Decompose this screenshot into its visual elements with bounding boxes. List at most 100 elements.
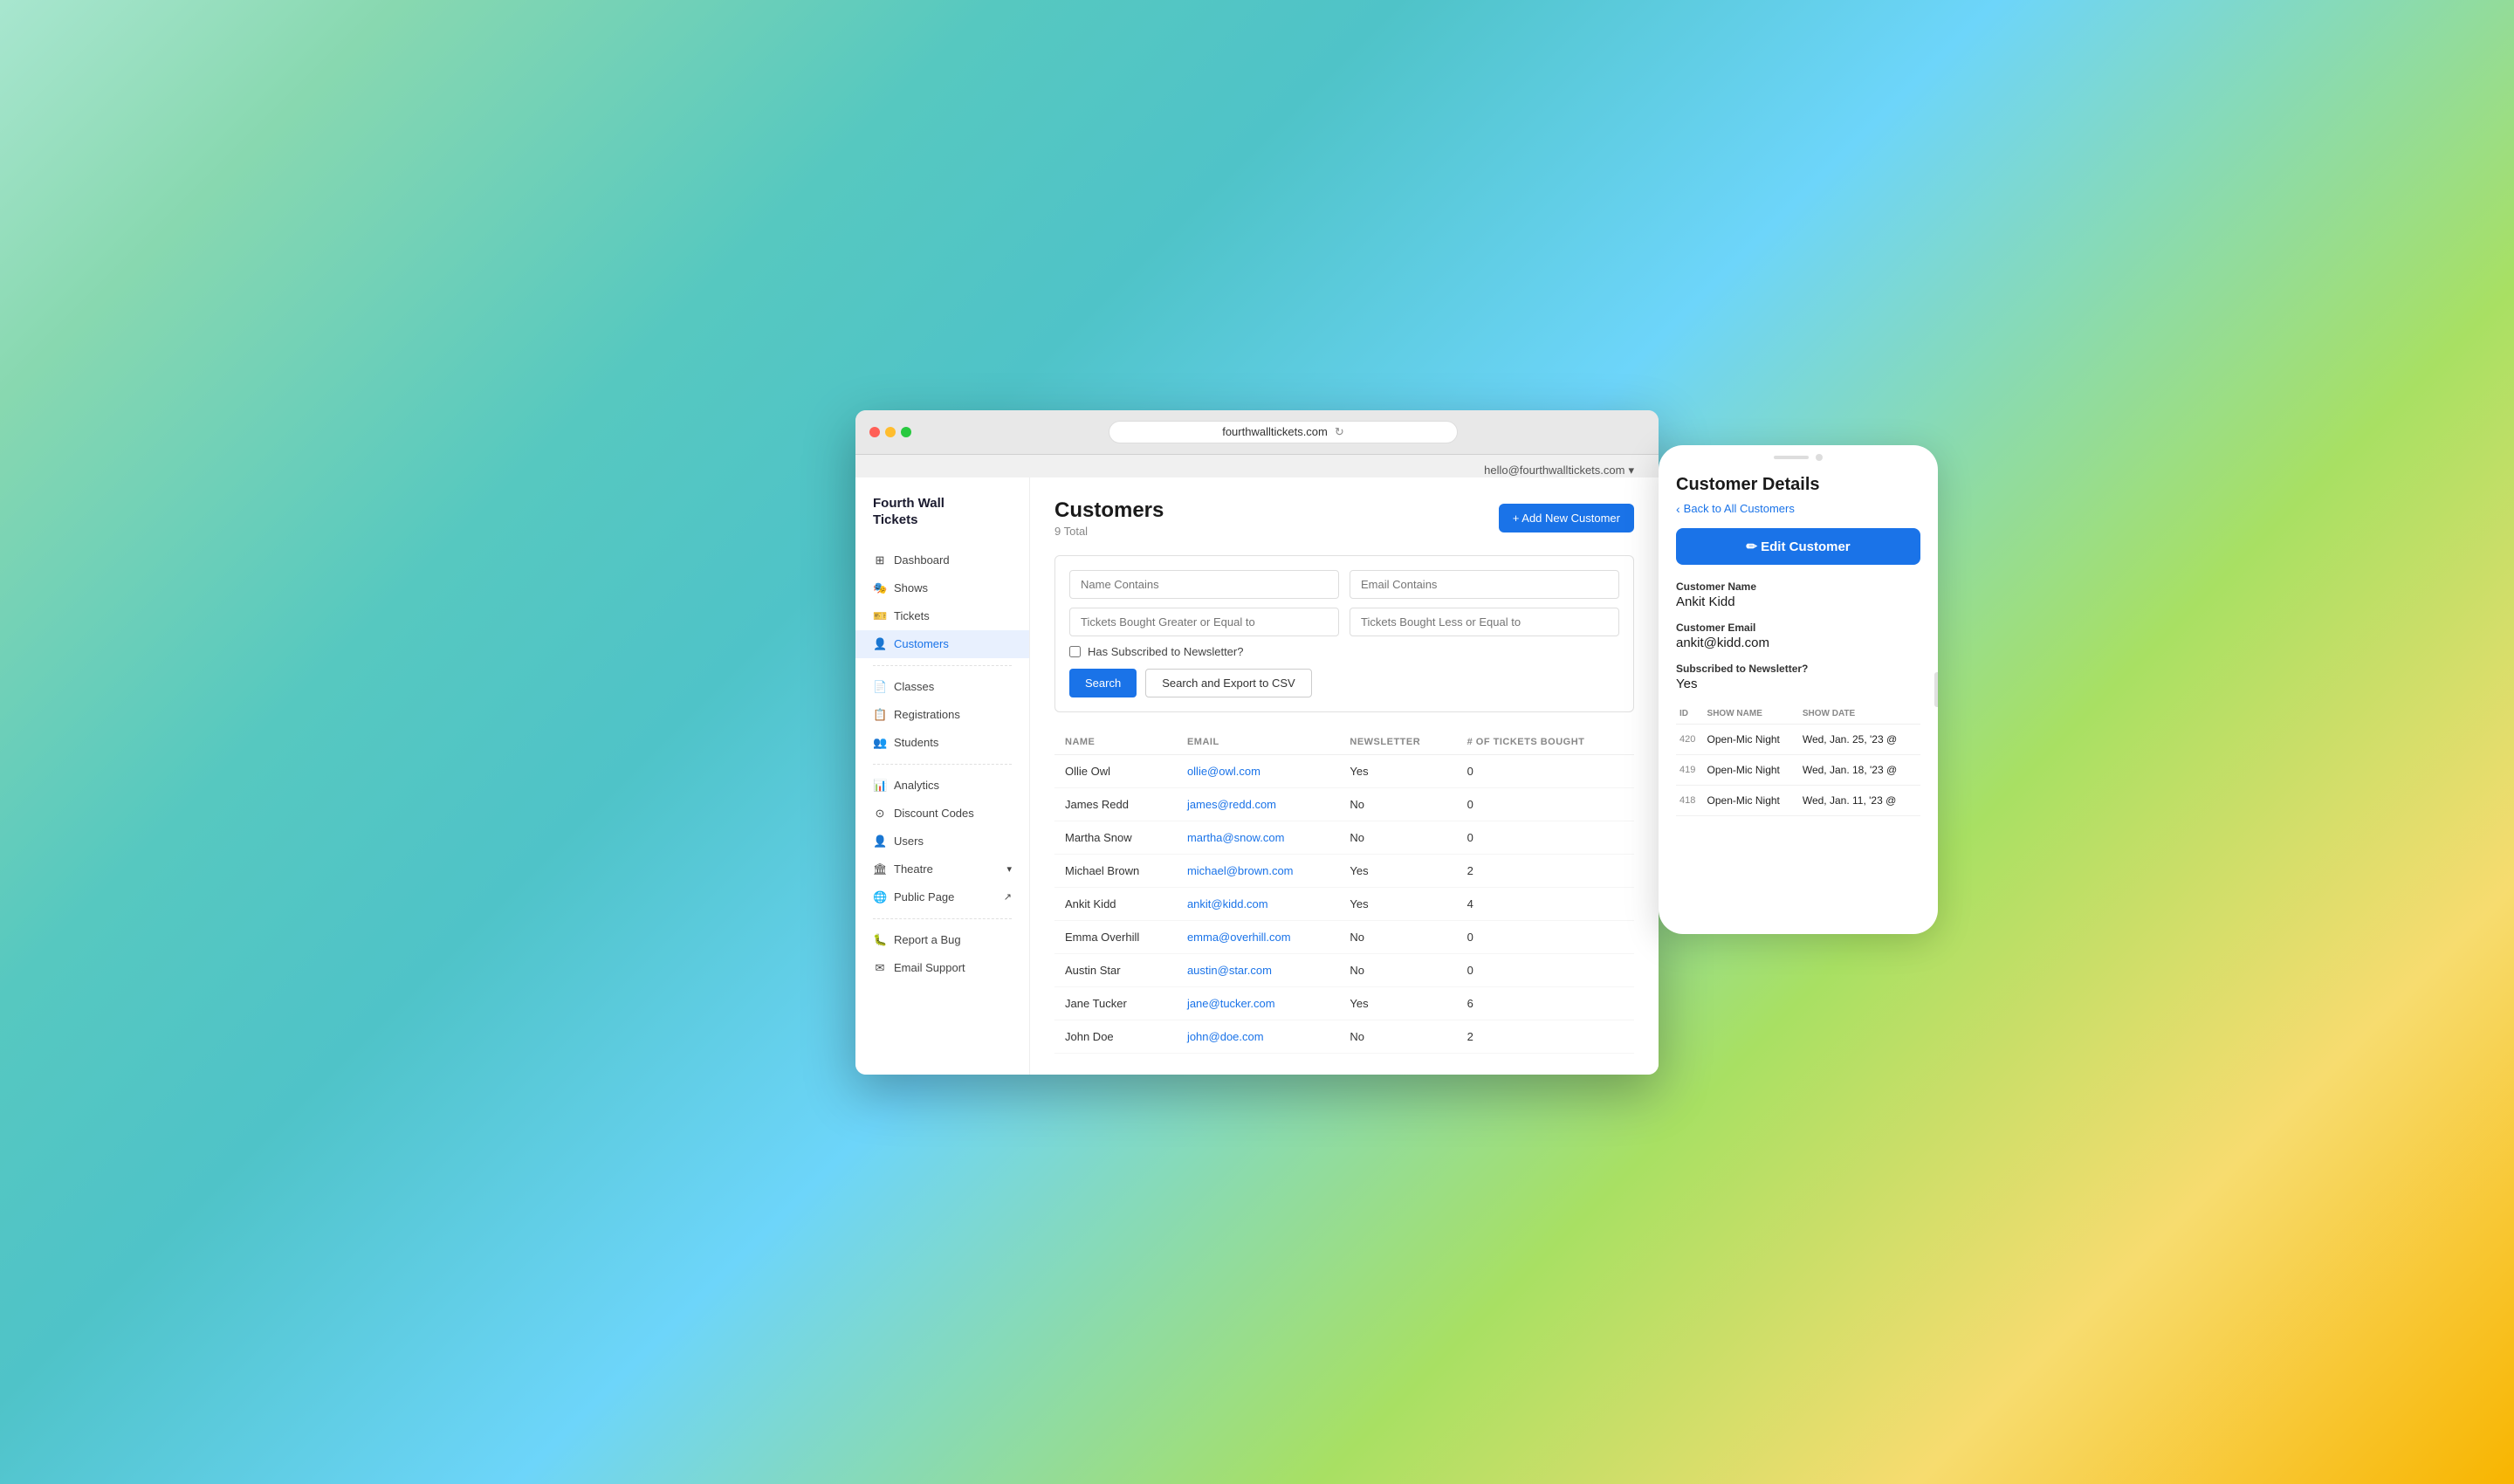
customer-name-label: Customer Name: [1676, 581, 1920, 593]
email-contains-input[interactable]: [1350, 570, 1619, 599]
sidebar-label-registrations: Registrations: [894, 708, 960, 721]
add-customer-button[interactable]: + Add New Customer: [1499, 504, 1634, 532]
sidebar-divider-1: [873, 665, 1012, 666]
sidebar-item-registrations[interactable]: 📋 Registrations: [855, 701, 1029, 729]
ticket-id: 420: [1676, 724, 1704, 754]
ticket-col-id: ID: [1676, 704, 1704, 725]
tickets-icon: 🎫: [873, 609, 887, 623]
cell-tickets: 2: [1457, 1020, 1634, 1053]
sidebar-divider-2: [873, 764, 1012, 765]
cell-email[interactable]: michael@brown.com: [1177, 854, 1339, 887]
table-row[interactable]: Jane Tucker jane@tucker.com Yes 6: [1054, 986, 1634, 1020]
newsletter-checkbox[interactable]: [1069, 646, 1081, 657]
newsletter-label: Subscribed to Newsletter?: [1676, 663, 1920, 675]
cell-email[interactable]: martha@snow.com: [1177, 821, 1339, 854]
notch-camera: [1816, 454, 1823, 461]
cell-name: Austin Star: [1054, 953, 1177, 986]
ticket-col-show: SHOW NAME: [1704, 704, 1799, 725]
sidebar-nav-secondary: 📄 Classes 📋 Registrations 👥 Students: [855, 673, 1029, 757]
dropdown-icon[interactable]: ▾: [1628, 464, 1634, 477]
cell-name: Ollie Owl: [1054, 754, 1177, 787]
cell-name: Jane Tucker: [1054, 986, 1177, 1020]
table-row[interactable]: Austin Star austin@star.com No 0: [1054, 953, 1634, 986]
ticket-show-name: Open-Mic Night: [1704, 785, 1799, 815]
main-content: Customers 9 Total + Add New Customer: [1030, 477, 1659, 1075]
table-row[interactable]: Ankit Kidd ankit@kidd.com Yes 4: [1054, 887, 1634, 920]
sidebar-item-customers[interactable]: 👤 Customers: [855, 630, 1029, 658]
edit-customer-button[interactable]: ✏ Edit Customer: [1676, 528, 1920, 565]
ticket-show-date: Wed, Jan. 18, '23 @: [1799, 754, 1920, 785]
mobile-scrollbar[interactable]: [1934, 672, 1938, 707]
students-icon: 👥: [873, 736, 887, 750]
sidebar-item-users[interactable]: 👤 Users: [855, 828, 1029, 855]
shows-icon: 🎭: [873, 581, 887, 595]
cell-newsletter: No: [1339, 920, 1456, 953]
cell-email[interactable]: emma@overhill.com: [1177, 920, 1339, 953]
sidebar-item-students[interactable]: 👥 Students: [855, 729, 1029, 757]
cell-newsletter: No: [1339, 953, 1456, 986]
theatre-icon: 🏛: [873, 862, 887, 876]
cell-tickets: 6: [1457, 986, 1634, 1020]
reload-icon[interactable]: ↻: [1335, 425, 1344, 439]
cell-email[interactable]: ollie@owl.com: [1177, 754, 1339, 787]
maximize-button[interactable]: [901, 427, 911, 437]
sidebar-label-shows: Shows: [894, 581, 928, 594]
close-button[interactable]: [869, 427, 880, 437]
cell-name: Martha Snow: [1054, 821, 1177, 854]
tickets-table: ID SHOW NAME SHOW DATE 420 Open-Mic Nigh…: [1676, 704, 1920, 816]
ticket-id: 419: [1676, 754, 1704, 785]
tickets-lte-input[interactable]: [1350, 608, 1619, 636]
ticket-col-date: SHOW DATE: [1799, 704, 1920, 725]
cell-email[interactable]: john@doe.com: [1177, 1020, 1339, 1053]
total-count: 9 Total: [1054, 525, 1164, 538]
table-row[interactable]: James Redd james@redd.com No 0: [1054, 787, 1634, 821]
table-row[interactable]: Ollie Owl ollie@owl.com Yes 0: [1054, 754, 1634, 787]
sidebar-item-classes[interactable]: 📄 Classes: [855, 673, 1029, 701]
cell-name: James Redd: [1054, 787, 1177, 821]
sidebar: Fourth WallTickets ⊞ Dashboard 🎭 Shows 🎫…: [855, 477, 1030, 1075]
minimize-button[interactable]: [885, 427, 896, 437]
search-button[interactable]: Search: [1069, 669, 1137, 697]
sidebar-item-dashboard[interactable]: ⊞ Dashboard: [855, 546, 1029, 574]
sidebar-item-discount-codes[interactable]: ⊙ Discount Codes: [855, 800, 1029, 828]
cell-email[interactable]: jane@tucker.com: [1177, 986, 1339, 1020]
table-row[interactable]: Martha Snow martha@snow.com No 0: [1054, 821, 1634, 854]
notch-bar: [1774, 456, 1809, 459]
customers-table: NAME EMAIL NEWSLETTER # OF TICKETS BOUGH…: [1054, 730, 1634, 1054]
ticket-show-date: Wed, Jan. 25, '23 @: [1799, 724, 1920, 754]
table-row[interactable]: Michael Brown michael@brown.com Yes 2: [1054, 854, 1634, 887]
cell-email[interactable]: james@redd.com: [1177, 787, 1339, 821]
sidebar-divider-3: [873, 918, 1012, 919]
table-row[interactable]: Emma Overhill emma@overhill.com No 0: [1054, 920, 1634, 953]
export-button[interactable]: Search and Export to CSV: [1145, 669, 1311, 697]
sidebar-item-public-page[interactable]: 🌐 Public Page ↗: [855, 883, 1029, 911]
sidebar-item-theatre[interactable]: 🏛 Theatre ▾: [855, 855, 1029, 883]
cell-email[interactable]: ankit@kidd.com: [1177, 887, 1339, 920]
ticket-show-name: Open-Mic Night: [1704, 724, 1799, 754]
sidebar-label-theatre: Theatre: [894, 862, 933, 876]
sidebar-item-shows[interactable]: 🎭 Shows: [855, 574, 1029, 602]
sidebar-item-report-bug[interactable]: 🐛 Report a Bug: [855, 926, 1029, 954]
topbar: hello@fourthwalltickets.com ▾: [855, 455, 1659, 477]
sidebar-label-customers: Customers: [894, 637, 949, 650]
name-contains-input[interactable]: [1069, 570, 1339, 599]
back-link[interactable]: ‹ Back to All Customers: [1676, 502, 1920, 516]
table-body: Ollie Owl ollie@owl.com Yes 0 James Redd…: [1054, 754, 1634, 1053]
page-title-block: Customers 9 Total: [1054, 498, 1164, 538]
cell-tickets: 0: [1457, 920, 1634, 953]
cell-email[interactable]: austin@star.com: [1177, 953, 1339, 986]
sidebar-nav-primary: ⊞ Dashboard 🎭 Shows 🎫 Tickets 👤 Customer…: [855, 546, 1029, 658]
sidebar-item-analytics[interactable]: 📊 Analytics: [855, 772, 1029, 800]
sidebar-item-tickets[interactable]: 🎫 Tickets: [855, 602, 1029, 630]
user-email: hello@fourthwalltickets.com: [1484, 464, 1624, 477]
sidebar-label-analytics: Analytics: [894, 779, 939, 792]
address-bar[interactable]: fourthwalltickets.com ↻: [1109, 421, 1458, 443]
newsletter-filter-row: Has Subscribed to Newsletter?: [1069, 645, 1619, 658]
mobile-body: Customer Details ‹ Back to All Customers…: [1659, 461, 1938, 834]
sidebar-item-email-support[interactable]: ✉ Email Support: [855, 954, 1029, 982]
filters-panel: Has Subscribed to Newsletter? Search Sea…: [1054, 555, 1634, 712]
analytics-icon: 📊: [873, 779, 887, 793]
table-row[interactable]: John Doe john@doe.com No 2: [1054, 1020, 1634, 1053]
tickets-gte-input[interactable]: [1069, 608, 1339, 636]
tickets-table-body: 420 Open-Mic Night Wed, Jan. 25, '23 @ 4…: [1676, 724, 1920, 815]
